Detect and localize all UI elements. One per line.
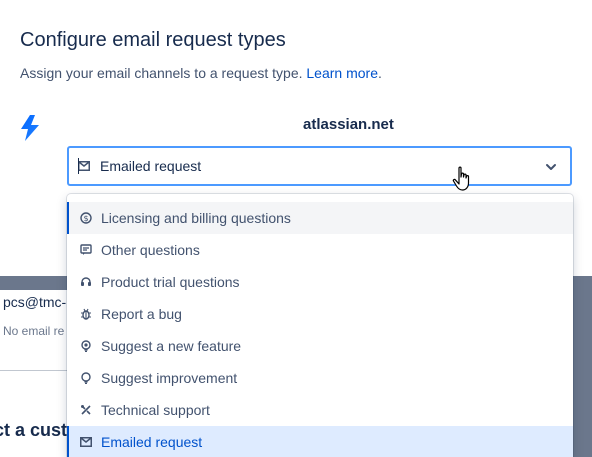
option-report-bug[interactable]: Report a bug	[67, 298, 573, 330]
option-label: Licensing and billing questions	[101, 210, 291, 226]
text-cursor	[78, 158, 79, 174]
subtitle-period: .	[377, 65, 382, 81]
envelope-icon	[79, 435, 93, 449]
chevron-down-icon[interactable]	[544, 160, 558, 174]
option-product-trial[interactable]: Product trial questions	[67, 266, 573, 298]
subtitle-text: Assign your email channels to a request …	[20, 65, 303, 81]
request-type-select[interactable]: Emailed request	[67, 146, 572, 186]
option-technical-support[interactable]: Technical support	[67, 394, 573, 426]
option-label: Product trial questions	[101, 274, 240, 290]
option-suggest-feature[interactable]: Suggest a new feature	[67, 330, 573, 362]
comment-icon	[79, 243, 93, 257]
hand-pointer-cursor-icon	[452, 166, 470, 191]
headset-icon	[79, 275, 93, 289]
option-label: Other questions	[101, 242, 200, 258]
select-value: Emailed request	[100, 158, 202, 174]
background-email-address: pcs@tmc-	[3, 294, 67, 310]
lightbulb-filled-icon	[79, 339, 93, 353]
option-label: Technical support	[101, 402, 210, 418]
option-label: Suggest a new feature	[101, 338, 242, 354]
option-other-questions[interactable]: Other questions	[67, 234, 573, 266]
lightning-bolt-icon	[21, 115, 39, 141]
dollar-icon: $	[79, 211, 93, 225]
request-type-menu: $ Licensing and billing questions Other …	[67, 194, 573, 457]
option-suggest-improvement[interactable]: Suggest improvement	[67, 362, 573, 394]
svg-text:$: $	[83, 214, 88, 223]
background-no-email-text: No email re	[3, 324, 65, 338]
channel-domain: atlassian.net	[303, 116, 394, 133]
envelope-icon	[78, 159, 92, 173]
option-emailed-request[interactable]: Emailed request	[67, 426, 573, 457]
bug-icon	[79, 307, 93, 321]
page-subtitle: Assign your email channels to a request …	[20, 65, 382, 81]
learn-more-link[interactable]: Learn more	[306, 65, 378, 81]
lightbulb-icon	[79, 371, 93, 385]
option-label: Suggest improvement	[101, 370, 238, 386]
page-title: Configure email request types	[20, 29, 286, 52]
option-licensing-billing[interactable]: $ Licensing and billing questions	[67, 202, 573, 234]
option-label: Emailed request	[101, 434, 203, 450]
option-label: Report a bug	[101, 306, 182, 322]
page: pcs@tmc- No email re ct a custo Configur…	[0, 0, 592, 457]
tools-icon	[79, 403, 93, 417]
